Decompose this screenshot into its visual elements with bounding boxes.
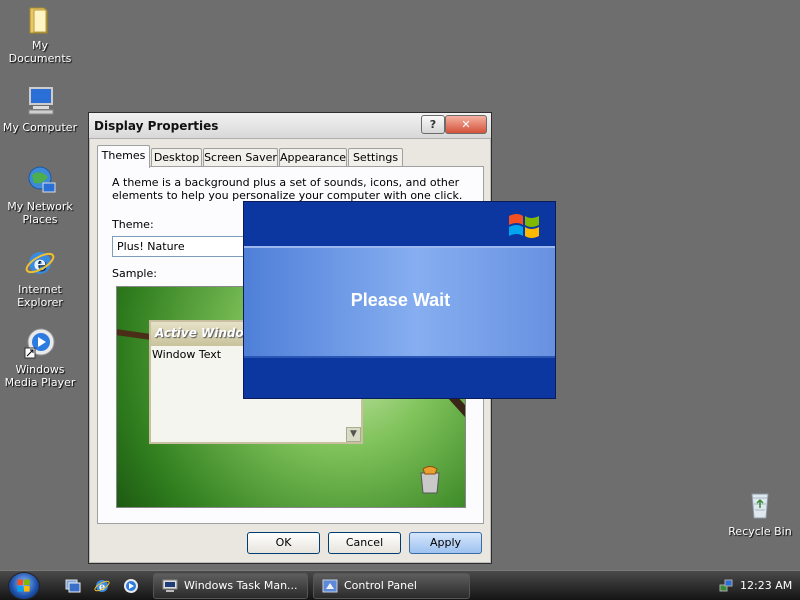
desktop-icon-label: My Documents [8,39,72,65]
desktop-icon-internet-explorer[interactable]: e Internet Explorer [0,246,80,309]
network-icon [28,166,56,193]
desktop-icon-label: My Network Places [7,200,73,226]
please-wait-splash: Please Wait [243,201,556,399]
desktop-icon-label: Recycle Bin [728,525,792,538]
internet-explorer-icon: e [25,251,55,275]
desktop-icon-recycle-bin[interactable]: Recycle Bin [720,488,800,538]
close-button[interactable]: ✕ [445,115,487,134]
windows-logo-icon [509,214,539,238]
desktop-icon-label: Windows Media Player [4,363,76,389]
cancel-button[interactable]: Cancel [328,532,401,554]
media-player-icon [24,328,55,359]
taskbar-button-task-manager[interactable]: Windows Task Man... [153,573,308,599]
dialog-title: Display Properties [94,119,219,133]
help-button[interactable]: ? [421,115,445,134]
system-tray: 12:23 AM [712,572,800,600]
control-panel-icon [322,579,338,593]
folder-icon [29,7,48,34]
tab-themes[interactable]: Themes [97,145,150,168]
recycle-bin-icon [751,493,769,519]
taskbar: e Windows Task Man... Control Panel 12:2… [0,570,800,600]
quick-launch-internet-explorer-icon[interactable]: e [93,577,111,595]
clock[interactable]: 12:23 AM [740,572,792,600]
quick-launch-switch-windows-icon[interactable] [64,577,82,595]
theme-description: A theme is a background plus a set of so… [112,176,463,202]
task-manager-icon [162,579,178,592]
desktop-icon-my-network-places[interactable]: My Network Places [0,163,80,226]
tab-settings[interactable]: Settings [348,148,403,167]
tab-appearance[interactable]: Appearance [279,148,347,167]
dialog-titlebar[interactable]: Display Properties ? ✕ [89,113,491,139]
desktop-icon-windows-media-player[interactable]: Windows Media Player [0,326,80,389]
tab-desktop[interactable]: Desktop [151,148,202,167]
network-status-icon[interactable] [718,578,734,594]
desktop-icon-my-documents[interactable]: My Documents [0,2,80,65]
start-button[interactable] [8,572,40,600]
quick-launch-media-player-icon[interactable] [122,577,140,595]
tab-screen-saver[interactable]: Screen Saver [203,148,278,167]
please-wait-text: Please Wait [350,290,451,310]
chevron-down-icon: ▼ [346,427,361,442]
ok-button[interactable]: OK [247,532,320,554]
computer-icon [28,87,54,115]
taskbar-button-label: Control Panel [344,579,417,592]
apply-button[interactable]: Apply [409,532,482,554]
theme-dropdown-value: Plus! Nature [117,240,185,253]
sample-label: Sample: [112,267,157,280]
sample-recycle-bin-icon [420,466,440,494]
taskbar-button-control-panel[interactable]: Control Panel [313,573,470,599]
desktop-icon-label: Internet Explorer [17,283,63,309]
desktop-icon-my-computer[interactable]: My Computer [0,84,80,134]
theme-label: Theme: [112,218,154,231]
desktop-icon-label: My Computer [2,121,78,134]
windows-logo-icon [17,579,30,592]
taskbar-button-label: Windows Task Man... [184,579,298,592]
